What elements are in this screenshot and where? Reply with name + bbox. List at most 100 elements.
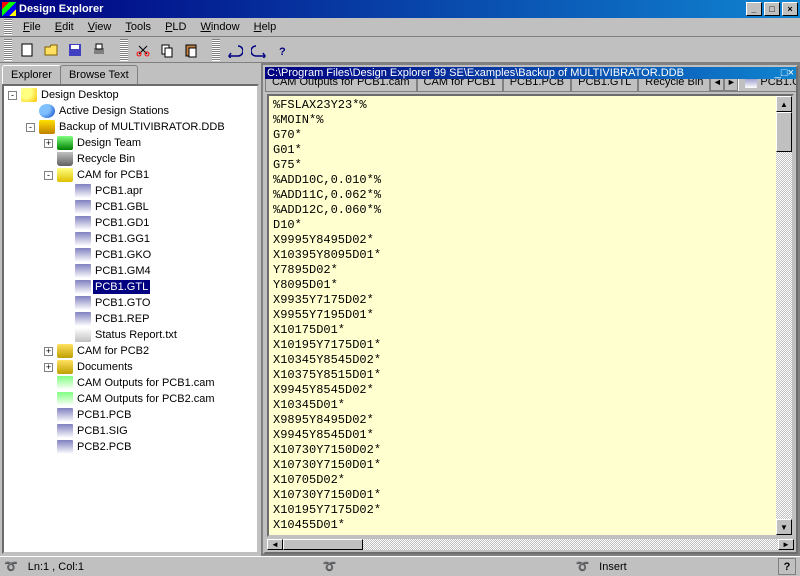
tree-item[interactable]: Recycle Bin [4,151,257,167]
tree-item[interactable]: +Documents [4,359,257,375]
tree-label: Active Design Stations [57,104,171,118]
tree-item[interactable]: CAM Outputs for PCB1.cam [4,375,257,391]
tab-explorer[interactable]: Explorer [2,65,61,84]
toolbar-handle-2[interactable] [120,39,128,61]
document-window: C:\Program Files\Design Explorer 99 SE\E… [263,65,798,554]
tree-label: PCB1.REP [93,312,151,326]
tab-browse-text[interactable]: Browse Text [60,65,138,84]
tree-item[interactable]: PCB1.GBL [4,199,257,215]
tree-icon [75,216,91,230]
doc-tab-active[interactable]: PCB1.GTL [738,79,796,91]
scroll-down-button[interactable]: ▼ [776,519,792,535]
tree-item[interactable]: -Design Desktop [4,87,257,103]
copy-button[interactable] [156,39,178,61]
tree-item[interactable]: Status Report.txt [4,327,257,343]
tree-label: PCB1.GTL [93,280,150,294]
tree-item[interactable]: PCB2.PCB [4,439,257,455]
tree-label: CAM for PCB2 [75,344,151,358]
tree-item[interactable]: PCB1.GG1 [4,231,257,247]
paste-button[interactable] [180,39,202,61]
tree-icon [57,408,73,422]
tree-item[interactable]: PCB1.REP [4,311,257,327]
new-button[interactable] [16,39,38,61]
tree-item[interactable]: + Design Team [4,135,257,151]
menu-pld[interactable]: PLD [158,19,193,35]
menu-file[interactable]: File [16,19,48,35]
expand-toggle[interactable]: + [44,139,53,148]
close-button[interactable]: × [782,2,798,16]
scroll-up-button[interactable]: ▲ [776,96,792,112]
menu-view[interactable]: View [81,19,119,35]
scroll-track[interactable] [776,112,792,519]
tree-label: PCB1.apr [93,184,145,198]
expand-toggle[interactable]: - [8,91,17,100]
doc-tab[interactable]: PCB1.PCB [503,79,571,91]
tree-label: Design Team [75,136,143,150]
tree-label: PCB1.GD1 [93,216,151,230]
tree-item[interactable]: PCB1.GKO [4,247,257,263]
tree-label: PCB1.GM4 [93,264,153,278]
doc-tab[interactable]: PCB1.GTL [571,79,638,91]
expand-toggle[interactable]: + [44,347,53,356]
expand-toggle[interactable]: - [44,171,53,180]
tree-item[interactable]: PCB1.apr [4,183,257,199]
tree-item[interactable]: + CAM for PCB2 [4,343,257,359]
menu-tools[interactable]: Tools [118,19,158,35]
toolbar-handle[interactable] [4,39,12,61]
design-tree[interactable]: -Design DesktopActive Design Stations-Ba… [2,84,259,554]
help-button[interactable]: ? [272,39,294,61]
horizontal-scrollbar[interactable]: ◄ ► [267,539,794,550]
doc-close-button[interactable]: × [788,67,794,79]
status-arrow-icon-2: ➰ [323,560,337,573]
status-help-button[interactable]: ? [778,558,796,575]
save-button[interactable] [64,39,86,61]
tree-icon [57,168,73,182]
tree-item[interactable]: PCB1.GTL [4,279,257,295]
app-title: Design Explorer [19,3,744,15]
tree-icon [57,360,73,374]
scroll-left-button[interactable]: ◄ [267,539,283,550]
text-editor[interactable]: %FSLAX23Y23*% %MOIN*% G70* G01* G75* %AD… [269,96,776,535]
menu-edit[interactable]: Edit [48,19,81,35]
tree-item[interactable]: PCB1.GD1 [4,215,257,231]
tree-icon [57,376,73,390]
expand-toggle[interactable]: - [26,123,35,132]
menu-handle[interactable] [4,19,12,35]
expand-toggle[interactable]: + [44,363,53,372]
tree-item[interactable]: CAM Outputs for PCB2.cam [4,391,257,407]
tree-icon [57,392,73,406]
scroll-thumb[interactable] [776,112,792,152]
tree-item[interactable]: -Backup of MULTIVIBRATOR.DDB [4,119,257,135]
tree-item[interactable]: PCB1.GM4 [4,263,257,279]
scroll-right-button[interactable]: ► [778,539,794,550]
tab-nav[interactable]: ◄ [710,79,724,91]
tree-item[interactable]: PCB1.PCB [4,407,257,423]
svg-text:?: ? [279,46,286,58]
hscroll-thumb[interactable] [283,539,363,550]
tree-item[interactable]: -CAM for PCB1 [4,167,257,183]
menu-help[interactable]: Help [247,19,284,35]
tree-item[interactable]: Active Design Stations [4,103,257,119]
redo-button[interactable] [248,39,270,61]
doc-tab[interactable]: CAM for PCB1 [417,79,503,91]
doc-tab[interactable]: Recycle Bin [638,79,710,91]
tab-nav[interactable]: ► [724,79,738,91]
undo-button[interactable] [224,39,246,61]
vertical-scrollbar[interactable]: ▲ ▼ [776,96,792,535]
print-button[interactable] [88,39,110,61]
menu-bar: FileEditViewToolsPLDWindowHelp [0,18,800,37]
open-button[interactable] [40,39,62,61]
doc-maximize-button[interactable]: □ [781,67,788,79]
tree-item[interactable]: PCB1.GTO [4,295,257,311]
doc-tabs: CAM Outputs for PCB1.camCAM for PCB1PCB1… [265,79,796,92]
maximize-button[interactable]: □ [764,2,780,16]
toolbar-handle-3[interactable] [212,39,220,61]
hscroll-track[interactable] [283,539,778,550]
doc-tab[interactable]: CAM Outputs for PCB1.cam [265,79,417,91]
tree-label: PCB1.GTO [93,296,152,310]
app-icon [2,2,16,16]
tree-item[interactable]: PCB1.SIG [4,423,257,439]
menu-window[interactable]: Window [193,19,246,35]
minimize-button[interactable]: _ [746,2,762,16]
cut-button[interactable] [132,39,154,61]
